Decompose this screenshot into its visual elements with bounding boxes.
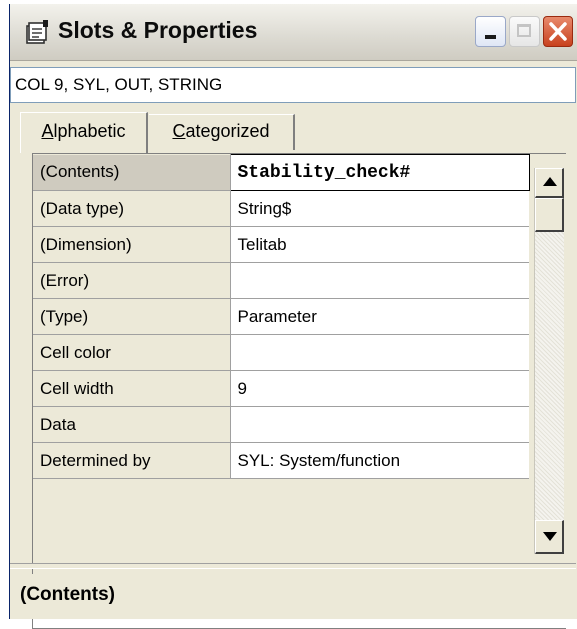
property-row[interactable]: (Contents) Stability_check# [33, 154, 530, 191]
window-title: Slots & Properties [58, 17, 258, 43]
maximize-icon [517, 24, 531, 37]
properties-window: Slots & Properties COL 9, SYL, OUT, STRI… [9, 4, 577, 629]
property-row[interactable]: Cell color [33, 334, 529, 371]
tab-alphabetic-mnemonic: A [41, 121, 54, 141]
property-value[interactable]: 9 [230, 370, 529, 407]
close-icon [549, 22, 567, 41]
properties-sheet-icon [26, 20, 48, 44]
property-value[interactable] [230, 334, 529, 371]
scroll-up-button[interactable] [535, 168, 564, 198]
property-value[interactable]: SYL: System/function [230, 442, 529, 479]
property-grid: (Contents) Stability_check# (Data type) … [32, 153, 566, 629]
property-value[interactable] [230, 262, 529, 299]
property-row[interactable]: Data [33, 406, 529, 443]
object-selector-value: COL 9, SYL, OUT, STRING [15, 75, 223, 94]
property-row[interactable]: (Type) Parameter [33, 298, 529, 335]
property-value[interactable]: Telitab [230, 226, 529, 263]
arrow-down-icon [543, 532, 557, 541]
tab-alphabetic[interactable]: Alphabetic [20, 112, 148, 153]
property-row[interactable]: Cell width 9 [33, 370, 529, 407]
property-row[interactable]: (Dimension) Telitab [33, 226, 529, 263]
property-value[interactable]: String$ [230, 190, 529, 227]
property-name: Data [33, 406, 231, 443]
tab-categorized[interactable]: Categorized [149, 114, 295, 150]
property-row[interactable]: Determined by SYL: System/function [33, 442, 529, 479]
property-value[interactable]: Parameter [230, 298, 529, 335]
scroll-thumb[interactable] [535, 198, 564, 232]
object-selector[interactable]: COL 9, SYL, OUT, STRING [10, 67, 576, 103]
property-name: Cell color [33, 334, 231, 371]
property-row[interactable]: (Data type) String$ [33, 190, 529, 227]
property-row[interactable]: (Error) [33, 262, 529, 299]
scroll-down-button[interactable] [535, 520, 564, 554]
property-value[interactable] [230, 406, 529, 443]
property-name: (Data type) [33, 190, 231, 227]
tab-alphabetic-label: lphabetic [53, 121, 126, 141]
property-name: Determined by [33, 442, 231, 479]
arrow-up-icon [543, 177, 557, 186]
property-name: (Contents) [33, 154, 231, 191]
minimize-button[interactable] [475, 16, 506, 47]
vertical-scrollbar[interactable] [534, 168, 564, 554]
close-button[interactable] [543, 16, 573, 47]
property-name: (Type) [33, 298, 231, 335]
minimize-icon [485, 35, 496, 39]
property-table: (Contents) Stability_check# (Data type) … [33, 154, 530, 479]
property-name: (Dimension) [33, 226, 231, 263]
property-value-input[interactable]: Stability_check# [229, 154, 530, 191]
property-name: (Error) [33, 262, 231, 299]
tab-categorized-mnemonic: C [172, 121, 186, 141]
maximize-button[interactable] [509, 16, 540, 47]
property-name: Cell width [33, 370, 231, 407]
pane-splitter[interactable] [10, 563, 576, 569]
description-title: (Contents) [20, 584, 115, 605]
tab-categorized-label: ategorized [185, 121, 270, 141]
title-bar[interactable]: Slots & Properties [10, 4, 577, 61]
description-pane: (Contents) [10, 574, 576, 619]
